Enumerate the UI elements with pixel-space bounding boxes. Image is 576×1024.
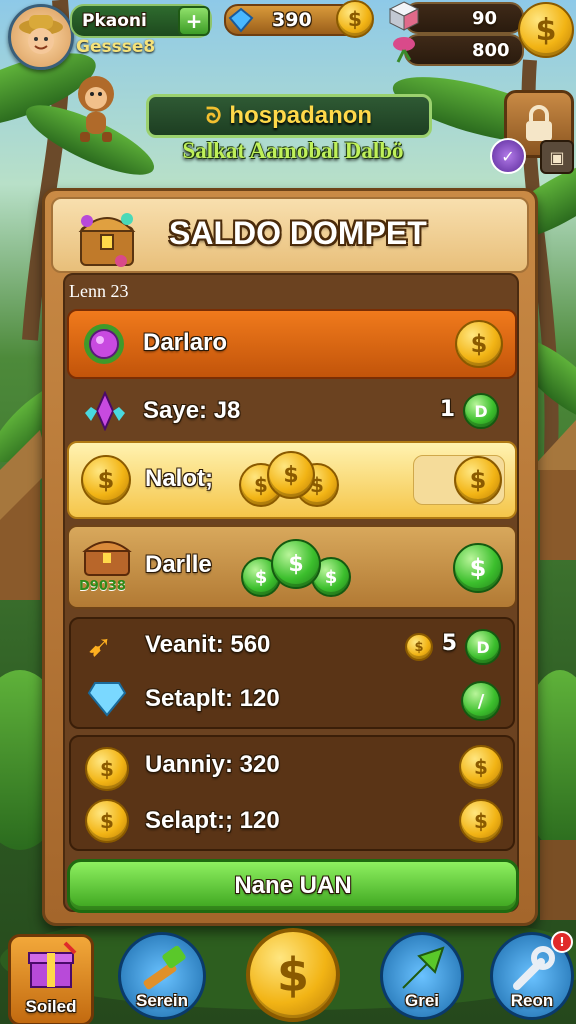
row-3-toggle[interactable]: $ (413, 455, 505, 505)
monkey-icon (78, 76, 114, 142)
bottom-nav: Soiled Serein $ Grei ! Reon (0, 928, 576, 1024)
dollar-coin-icon: $ (81, 455, 131, 505)
dollar-coin-icon[interactable]: $ (459, 745, 503, 789)
lower-right-currency-bar[interactable]: 800 (404, 34, 524, 66)
banner-title-bar: ᘐ hospadanon (146, 94, 432, 138)
nav-label-reon: Reon (510, 991, 554, 1010)
row-4-sublabel: D9038 (79, 579, 126, 594)
wrench-icon (513, 946, 555, 990)
panel-subheader: Lenn 23 (69, 281, 129, 301)
wallet-panel: SALDO DOMPET Lenn 23 Darlaro $ Saye: J8 … (42, 188, 538, 926)
player-avatar[interactable] (8, 4, 74, 70)
stat-3-label: Uanniy: 320 (145, 751, 280, 778)
nav-item-soiled[interactable]: Soiled (8, 934, 94, 1024)
balance-row-2[interactable]: Saye: J8 1 D (67, 381, 513, 439)
player-name: Pkaoni (82, 11, 147, 31)
dollar-coin-icon: $ (336, 0, 374, 38)
player-id: Gessse8 (76, 37, 156, 57)
dollar-coin-icon: $ (455, 320, 503, 368)
nav-item-reon[interactable]: ! Reon (490, 931, 574, 1020)
nav-label-soiled: Soiled (25, 997, 77, 1016)
diamond-icon (87, 682, 127, 717)
dollar-coin-icon: $ (405, 633, 433, 661)
gem-flower-icon (84, 324, 124, 364)
gift-box-icon (28, 941, 77, 988)
chest-icon (82, 541, 132, 576)
notification-badge-icon: ! (551, 931, 573, 953)
panel-content: Lenn 23 Darlaro $ Saye: J8 1 D $ Nalot; … (63, 273, 519, 913)
banner-title: hospadanon (229, 102, 373, 129)
green-badge-icon: D (463, 393, 499, 429)
cube-icon (388, 1, 420, 31)
swirl-icon: ᘐ (205, 103, 222, 129)
panel-title: SALDO DOMPET (169, 215, 427, 251)
check-badge-icon[interactable]: ✓ (490, 138, 526, 174)
dollar-coin-icon: $ (85, 799, 129, 843)
lower-right-value: 800 (472, 39, 510, 61)
balance-row-3[interactable]: $ Nalot; $ $ $ $ (67, 441, 517, 519)
coin-pile-icon: $ $ $ (239, 451, 349, 509)
dollar-coin-icon: $ (85, 747, 129, 791)
action-button-label: Nane UAN (234, 872, 352, 899)
row-1-label: Darlaro (143, 329, 228, 356)
green-badge-icon: D (465, 629, 501, 665)
arrow-icon: ➹ (87, 629, 113, 664)
lock-icon (526, 105, 552, 141)
action-button[interactable]: Nane UAN (67, 859, 519, 913)
explorer-avatar-icon (19, 15, 63, 54)
hammer-icon (143, 945, 186, 990)
blue-gem-icon (228, 7, 254, 33)
banner-subtitle: Salkat Aamobal Dalbö (182, 138, 404, 163)
treasure-chest-icon (78, 213, 136, 267)
stats-group-1: ➹ Veanit: 560 $ 5 D Setaplt: 120 / (69, 617, 515, 729)
top-right-currency-bar[interactable]: 90 (404, 2, 524, 34)
dollar-coin-icon[interactable]: $ (459, 799, 503, 843)
green-coin-pile-icon: $ $ $ (241, 537, 351, 597)
flower-icon (393, 37, 415, 63)
top-right-value: 90 (472, 7, 498, 29)
row-3-label: Nalot; (145, 465, 213, 492)
green-coin-icon: $ (453, 543, 503, 593)
nav-item-grei[interactable]: Grei (380, 932, 464, 1020)
stats-group-2: $ Uanniy: 320 $ $ Selapt:; 120 $ (69, 735, 515, 851)
game-screen: Pkaoni + Gessse8 390 $ 90 800 $ ᘐ hospad… (0, 0, 576, 1024)
stat-2-label: Setaplt: 120 (145, 685, 280, 712)
nav-label-serein: Serein (136, 991, 188, 1010)
balance-row-1[interactable]: Darlaro $ (67, 309, 517, 379)
dollar-coin-icon[interactable]: $ (246, 928, 340, 1022)
row-2-label: Saye: J8 (143, 397, 241, 424)
balance-row-4[interactable]: D9038 Darlle $ $ $ $ (67, 525, 517, 609)
arrow-icon (402, 946, 445, 989)
crystal-icon (85, 391, 125, 431)
nav-item-serein[interactable]: Serein (118, 932, 206, 1020)
gem-value: 390 (272, 9, 312, 31)
stat-1-value: 5 (441, 631, 457, 656)
panel-header: SALDO DOMPET (51, 197, 529, 273)
chest-small-icon[interactable]: ▣ (540, 140, 574, 174)
row-4-label: Darlle (145, 551, 212, 578)
stat-1-label: Veanit: 560 (145, 631, 271, 658)
stat-4-label: Selapt:; 120 (145, 807, 280, 834)
green-coin-icon[interactable]: / (461, 681, 501, 721)
dollar-coin-icon: $ (454, 456, 502, 504)
row-2-value: 1 (439, 397, 455, 422)
plus-icon[interactable]: + (178, 6, 210, 36)
nav-label-grei: Grei (404, 991, 440, 1010)
dollar-coin-icon[interactable]: $ (518, 2, 574, 58)
